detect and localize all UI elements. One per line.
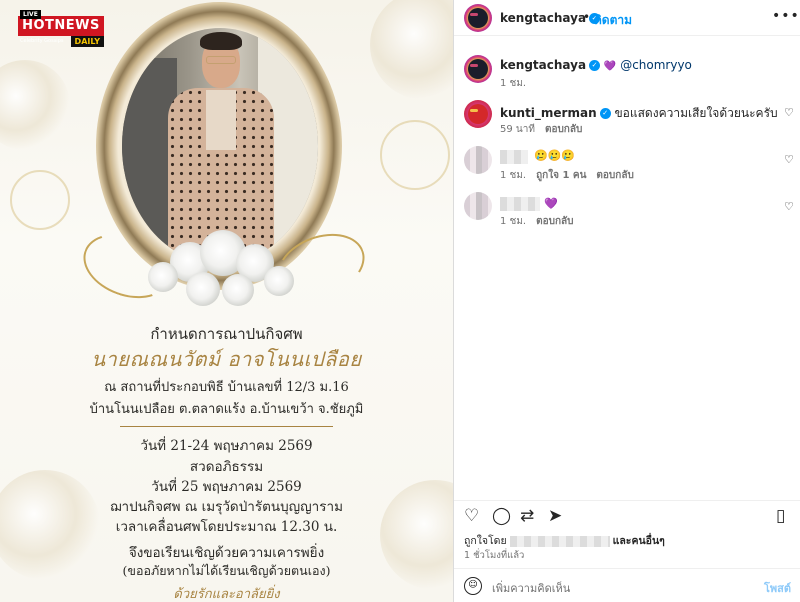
action-bar: ♡ ◯ ⇄ ➤ ▯ <box>454 500 800 528</box>
follow-button[interactable]: ติดตาม <box>594 11 632 30</box>
like-heart-icon[interactable]: ♡ <box>464 507 479 525</box>
comment-bubble-icon[interactable]: ◯ <box>492 507 511 525</box>
reply-button[interactable]: ตอบกลับ <box>545 124 582 135</box>
watermark-live: LIVE <box>20 10 41 19</box>
liked-by-user-blurred[interactable] <box>509 535 610 547</box>
comment-bar: ☺ เพิ่มความคิดเห็น โพสต์ <box>454 568 800 602</box>
photo-glasses <box>206 56 236 64</box>
post-comment-button[interactable]: โพสต์ <box>764 579 791 597</box>
send-icon[interactable]: ➤ <box>548 507 562 525</box>
card-ritual: สวดอภิธรรม <box>189 459 264 475</box>
reply-button[interactable]: ตอบกลับ <box>596 170 633 181</box>
caption-mention[interactable]: @chomryyo <box>620 58 692 72</box>
flower-bouquet <box>140 222 300 312</box>
card-signoff: ด้วยรักและอาลัยยิ่ง <box>173 587 280 602</box>
verified-badge-icon: ✓ <box>599 108 611 119</box>
post-side-panel: kengtachaya ✓ • ติดตาม ••• kengtachaya ✓ 💜… <box>453 0 800 602</box>
card-date-1: วันที่ 21-24 พฤษภาคม 2569 <box>140 438 313 454</box>
post-header: kengtachaya ✓ • ติดตาม ••• <box>454 0 800 36</box>
liked-by-prefix: ถูกใจโดย <box>464 535 507 547</box>
watermark-tagline: Celebrity Gossips <box>20 38 64 44</box>
caption-username[interactable]: kengtachaya <box>500 58 586 72</box>
comment-username-blurred[interactable] <box>500 150 528 164</box>
comment-like-heart-icon[interactable]: ♡ <box>784 106 794 119</box>
comment-time[interactable]: 1 ชม. <box>500 170 526 181</box>
comment-text: ขอแสดงความเสียใจด้วยนะครับ <box>614 106 778 120</box>
watermark-daily: DAILY <box>70 36 104 47</box>
post-time-ago: 1 ชั่วโมงที่แล้ว <box>464 550 525 561</box>
comment-meta: 1 ชม. ถูกใจ 1 คน ตอบกลับ <box>500 168 634 183</box>
watermark-brand: HOTNEWS <box>18 16 104 36</box>
comment-username[interactable]: kunti_merman <box>500 106 597 120</box>
comment-time[interactable]: 1 ชม. <box>500 216 526 227</box>
card-cremation: ฌาปนกิจศพ ณ เมรุวัดป่ารัตนบุญญาราม <box>110 499 343 515</box>
comment-like-heart-icon[interactable]: ♡ <box>784 200 794 213</box>
decor-flower-tl <box>0 60 70 150</box>
card-deceased-name: นายณณนวัตม์ อาจโนนเปลือย <box>91 347 362 371</box>
comment-line: kunti_merman ✓ ขอแสดงความเสียใจด้วยนะครับ <box>500 104 778 123</box>
decor-flourish <box>380 120 450 190</box>
comment-text: 🥲🥲🥲 <box>534 149 576 162</box>
liked-by[interactable]: ถูกใจโดย และคนอื่นๆ <box>464 532 665 549</box>
bookmark-icon[interactable]: ▯ <box>776 507 785 525</box>
photo-collar <box>206 90 236 150</box>
comment-avatar-blurred[interactable] <box>464 192 492 220</box>
comment-likes[interactable]: ถูกใจ 1 คน <box>536 170 586 181</box>
comment-avatar[interactable] <box>464 100 492 128</box>
verified-badge-icon: ✓ <box>589 60 601 71</box>
comment-username-blurred[interactable] <box>500 197 540 211</box>
comment-meta: 1 ชม. ตอบกลับ <box>500 214 574 229</box>
header-separator: • <box>583 10 591 24</box>
author-username-text[interactable]: kengtachaya <box>500 11 586 25</box>
caption-time[interactable]: 1 ชม. <box>500 76 526 91</box>
comment-time[interactable]: 59 นาที <box>500 124 535 135</box>
card-venue: ณ สถานที่ประกอบพิธี บ้านเลขที่ 12/3 ม.16 <box>104 380 349 395</box>
card-divider <box>120 426 333 427</box>
caption-line: kengtachaya ✓ 💜 @chomryyo <box>500 58 692 72</box>
card-date-2: วันที่ 25 พฤษภาคม 2569 <box>151 479 302 495</box>
liked-by-suffix[interactable]: และคนอื่นๆ <box>613 535 665 547</box>
card-apology: (ขออภัยหากไม่ได้เรียนเชิญด้วยตนเอง) <box>122 563 331 578</box>
more-options-icon[interactable]: ••• <box>772 8 800 24</box>
post-image[interactable]: HOTNEWS LIVE Celebrity Gossips DAILY กำห… <box>0 0 453 602</box>
caption-avatar[interactable] <box>464 55 492 83</box>
photo-hair <box>200 32 242 50</box>
author-avatar[interactable] <box>464 4 492 32</box>
card-invitation: จึงขอเรียนเชิญด้วยความเคารพยิ่ง <box>128 545 325 561</box>
emoji-picker-icon[interactable]: ☺ <box>464 577 482 595</box>
decor-flourish <box>10 170 70 230</box>
comment-avatar-blurred[interactable] <box>464 146 492 174</box>
comment-like-heart-icon[interactable]: ♡ <box>784 153 794 166</box>
watermark-logo: HOTNEWS LIVE Celebrity Gossips DAILY <box>18 10 104 47</box>
card-time: เวลาเคลื่อนศพโดยประมาณ 12.30 น. <box>115 519 338 535</box>
repost-icon[interactable]: ⇄ <box>520 507 534 525</box>
decor-flower-tr <box>370 0 453 100</box>
card-address: บ้านโนนเปลือย ต.ตลาดแร้ง อ.บ้านเขว้า จ.ช… <box>89 402 364 417</box>
comment-input[interactable]: เพิ่มความคิดเห็น <box>492 579 570 597</box>
purple-heart-icon: 💜 <box>603 61 617 72</box>
reply-button[interactable]: ตอบกลับ <box>536 216 573 227</box>
comment-meta: 59 นาที ตอบกลับ <box>500 122 582 137</box>
comment-text: 💜 <box>544 197 558 210</box>
